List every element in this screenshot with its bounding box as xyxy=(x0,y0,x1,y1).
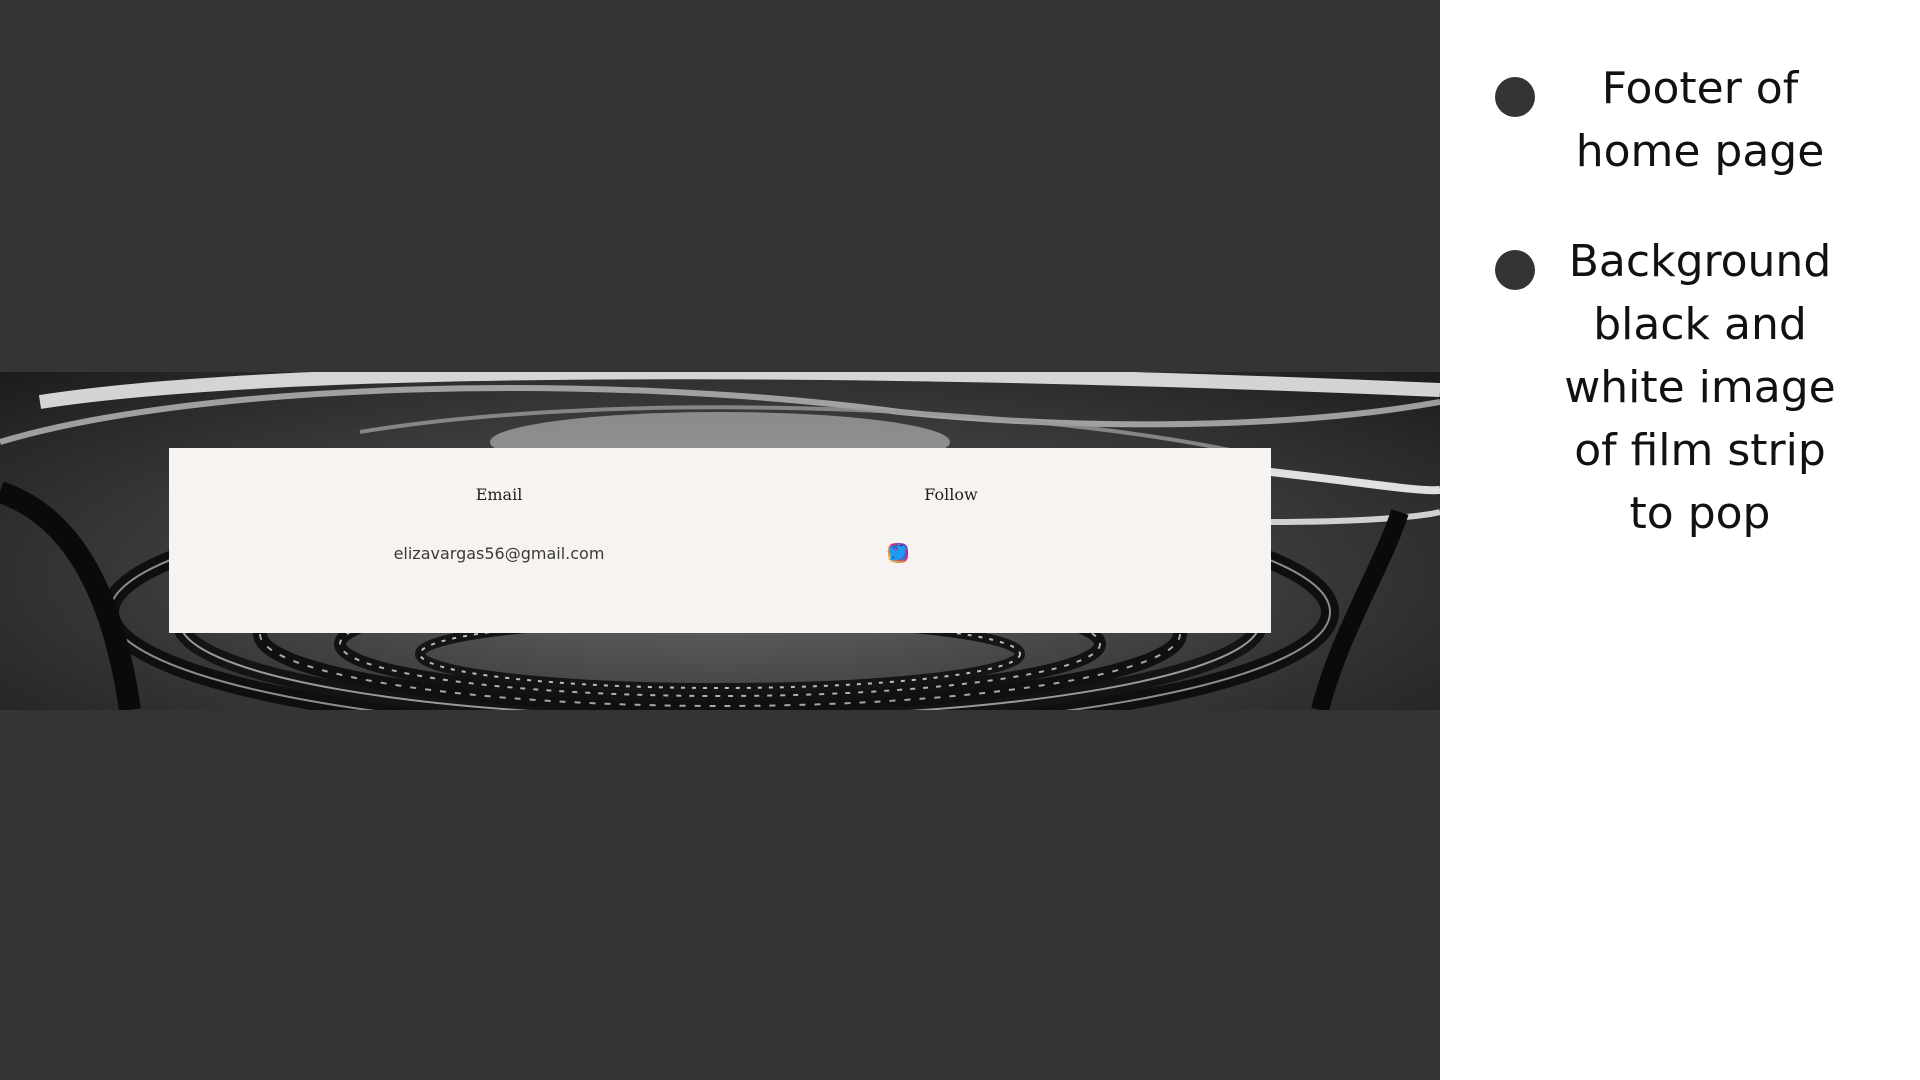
footer-card: Email Follow elizavargas56@gmail.com xyxy=(169,448,1271,633)
social-links xyxy=(887,542,1014,564)
note-text: Footer of home page xyxy=(1575,63,1825,177)
follow-heading: Follow xyxy=(924,485,978,504)
twitter-icon[interactable] xyxy=(888,542,1014,564)
bullet-icon xyxy=(1495,77,1535,117)
tiktok-icon[interactable] xyxy=(891,542,979,564)
instagram-icon[interactable] xyxy=(888,542,944,564)
mockup-stage: Email Follow elizavargas56@gmail.com xyxy=(0,0,1440,1080)
email-link[interactable]: elizavargas56@gmail.com xyxy=(394,544,605,563)
footer-background-film-image: Email Follow elizavargas56@gmail.com xyxy=(0,372,1440,710)
bullet-icon xyxy=(1495,250,1535,290)
note-text: Background black and white image of film… xyxy=(1564,236,1836,539)
notes-panel: Footer of home page Background black and… xyxy=(1440,0,1920,1080)
email-heading: Email xyxy=(475,485,523,504)
